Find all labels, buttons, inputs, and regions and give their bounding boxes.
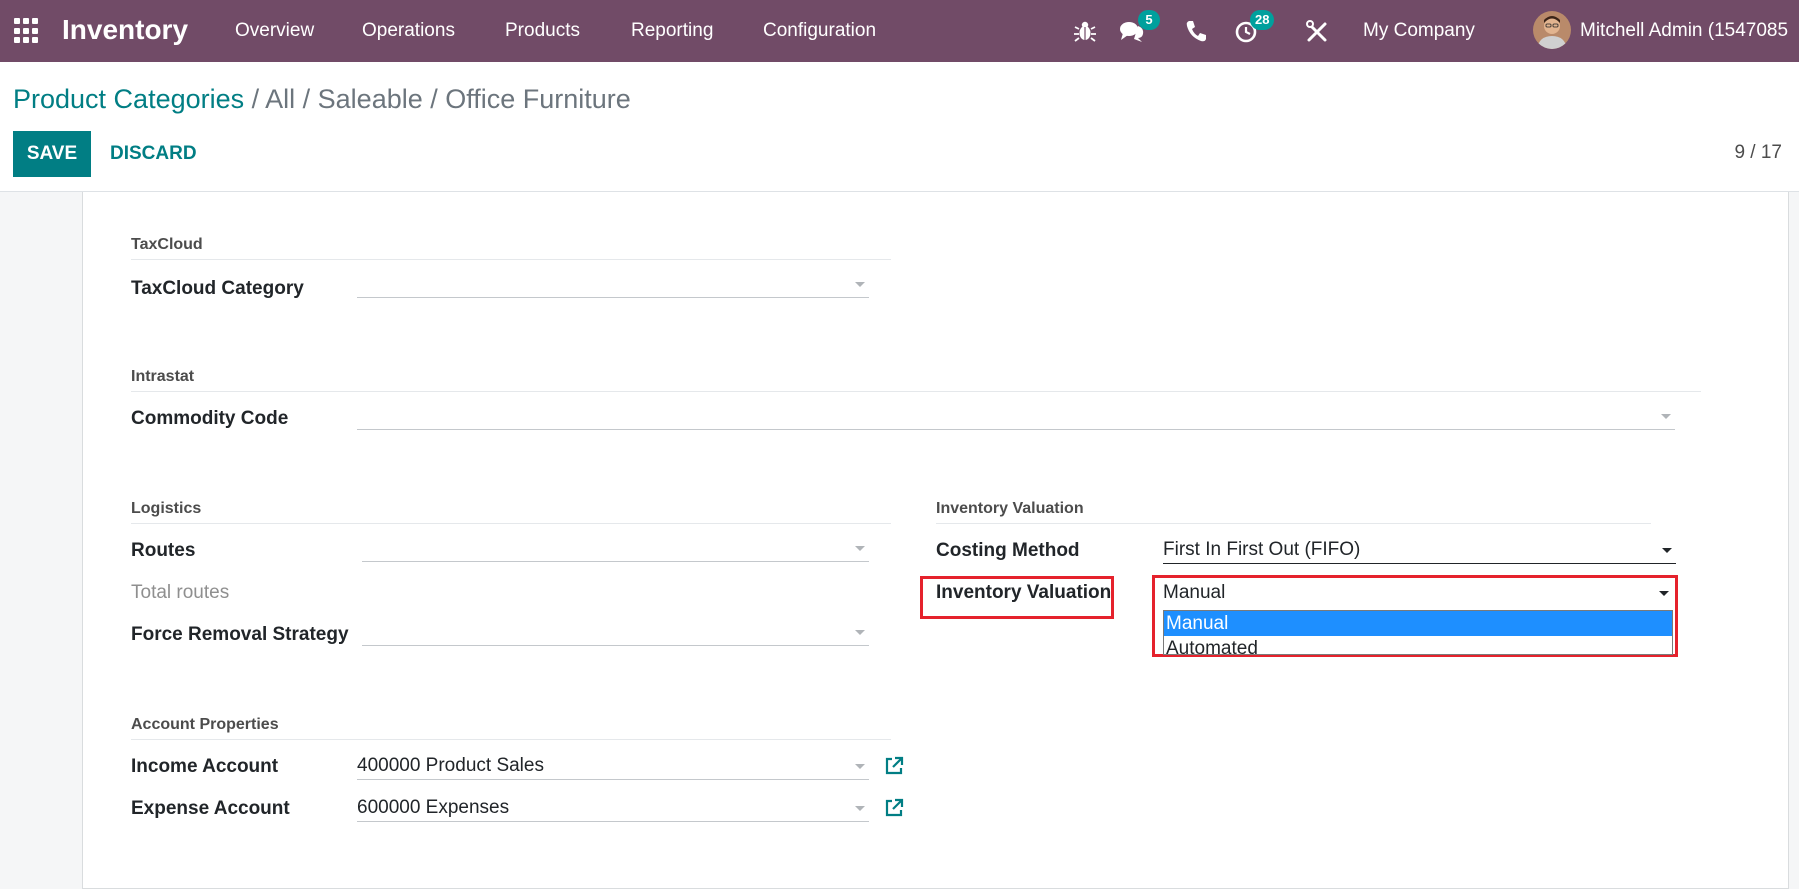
messages-count-badge: 5	[1138, 10, 1160, 30]
record-pager[interactable]: 9 / 17	[1734, 141, 1782, 165]
total-routes-label: Total routes	[131, 582, 230, 603]
debug-bug-icon[interactable]	[1071, 17, 1099, 45]
menu-configuration[interactable]: Configuration	[763, 19, 876, 43]
save-button[interactable]: SAVE	[13, 131, 91, 177]
commodity-code-label: Commodity Code	[131, 408, 289, 429]
top-navbar: Inventory Overview Operations Products R…	[0, 0, 1799, 62]
inventory-valuation-separator	[936, 523, 1651, 524]
breadcrumb-current-path: / All / Saleable / Office Furniture	[244, 84, 631, 114]
option-manual[interactable]: Manual	[1164, 611, 1672, 636]
discard-button[interactable]: DISCARD	[110, 131, 197, 177]
dropdown-caret-icon	[855, 764, 865, 769]
user-menu[interactable]: Mitchell Admin (1547085	[1580, 19, 1788, 43]
costing-method-label: Costing Method	[936, 540, 1080, 561]
tools-icon[interactable]	[1303, 17, 1331, 45]
expense-account-external-link-icon[interactable]	[883, 797, 905, 819]
taxcloud-separator	[131, 259, 891, 260]
dropdown-caret-icon	[855, 806, 865, 811]
dropdown-caret-icon	[855, 282, 865, 287]
dropdown-caret-icon	[1659, 591, 1669, 596]
logistics-separator	[131, 523, 891, 524]
user-avatar[interactable]	[1533, 11, 1571, 49]
option-automated[interactable]: Automated	[1164, 636, 1672, 661]
inventory-valuation-label: Inventory Valuation	[936, 582, 1112, 603]
menu-reporting[interactable]: Reporting	[631, 19, 713, 43]
expense-account-field[interactable]: 600000 Expenses	[357, 792, 869, 822]
taxcloud-category-field[interactable]	[357, 268, 869, 298]
apps-menu-icon[interactable]	[14, 18, 40, 44]
account-properties-group-title: Account Properties	[131, 716, 279, 733]
income-account-external-link-icon[interactable]	[883, 755, 905, 777]
taxcloud-category-label: TaxCloud Category	[131, 278, 304, 299]
menu-operations[interactable]: Operations	[362, 19, 455, 43]
app-brand[interactable]: Inventory	[62, 12, 188, 48]
breadcrumb: Product Categories / All / Saleable / Of…	[13, 82, 631, 116]
expense-account-label: Expense Account	[131, 798, 290, 819]
activities-count-badge: 28	[1250, 10, 1275, 30]
dropdown-caret-icon	[1661, 414, 1671, 419]
commodity-code-field[interactable]	[357, 400, 1675, 430]
intrastat-separator	[131, 391, 1701, 392]
inventory-valuation-options: Manual Automated	[1163, 610, 1673, 659]
force-removal-strategy-label: Force Removal Strategy	[131, 624, 349, 645]
account-properties-separator	[131, 739, 891, 740]
breadcrumb-product-categories[interactable]: Product Categories	[13, 84, 244, 114]
taxcloud-group-title: TaxCloud	[131, 236, 203, 253]
dropdown-caret-icon	[855, 630, 865, 635]
routes-label: Routes	[131, 540, 196, 561]
income-account-label: Income Account	[131, 756, 279, 777]
income-account-field[interactable]: 400000 Product Sales	[357, 750, 869, 780]
form-sheet: TaxCloud TaxCloud Category Intrastat Com…	[82, 192, 1789, 889]
inventory-valuation-select[interactable]: Manual	[1163, 577, 1673, 605]
inventory-valuation-group-title: Inventory Valuation	[936, 500, 1084, 517]
control-panel: Product Categories / All / Saleable / Of…	[0, 62, 1799, 192]
dropdown-caret-icon	[855, 546, 865, 551]
logistics-group-title: Logistics	[131, 500, 202, 517]
dropdown-caret-icon	[1662, 548, 1672, 553]
routes-field[interactable]	[362, 532, 869, 562]
force-removal-strategy-field[interactable]	[362, 616, 869, 646]
menu-overview[interactable]: Overview	[235, 19, 314, 43]
company-switcher[interactable]: My Company	[1363, 19, 1475, 43]
intrastat-group-title: Intrastat	[131, 368, 195, 385]
phone-icon[interactable]	[1182, 17, 1210, 45]
costing-method-select[interactable]: First In First Out (FIFO)	[1163, 534, 1676, 564]
menu-products[interactable]: Products	[505, 19, 580, 43]
